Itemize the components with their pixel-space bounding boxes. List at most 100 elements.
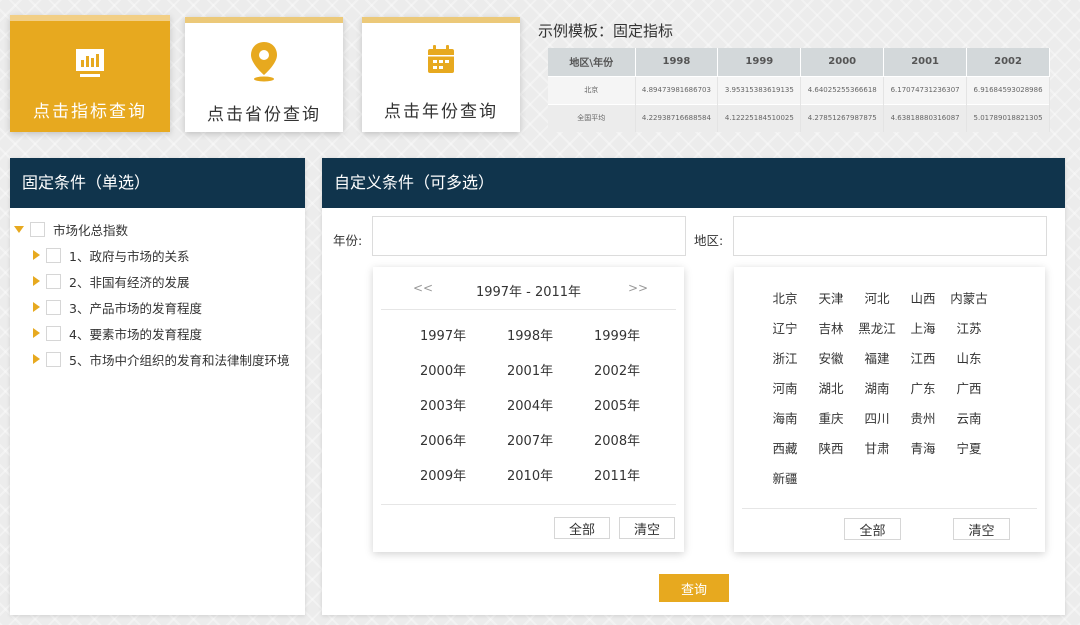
region-option[interactable]: 山西	[900, 289, 946, 309]
region-option[interactable]: 北京	[762, 289, 808, 309]
year-option[interactable]: 2006年	[398, 432, 485, 452]
region-option[interactable]: 甘肃	[854, 439, 900, 459]
checkbox[interactable]	[46, 299, 61, 315]
region-option[interactable]: 海南	[762, 409, 808, 429]
region-option[interactable]: 河北	[854, 289, 900, 309]
region-option[interactable]: 天津	[808, 289, 854, 309]
year-grid: 1997年 1998年 1999年 2000年 2001年 2002年 2003…	[398, 327, 658, 487]
tree-node[interactable]: 4、要素市场的发育程度	[10, 320, 305, 346]
checkbox[interactable]	[46, 273, 61, 289]
year-clear-button[interactable]: 清空	[619, 517, 675, 539]
tree-root-node[interactable]: 市场化总指数	[10, 216, 305, 242]
collapse-arrow-icon[interactable]	[33, 276, 40, 286]
collapse-arrow-icon[interactable]	[33, 328, 40, 338]
fixed-conditions-panel: 固定条件（单选） 市场化总指数 1、政府与市场的关系 2、非国有经济的发展 3、…	[10, 158, 305, 615]
region-option[interactable]: 重庆	[808, 409, 854, 429]
year-option[interactable]: 2011年	[572, 467, 659, 487]
divider	[381, 309, 676, 310]
year-option[interactable]: 2010年	[485, 467, 572, 487]
province-query-card[interactable]: 点击省份查询	[185, 17, 343, 132]
year-select-all-button[interactable]: 全部	[554, 517, 610, 539]
region-option[interactable]: 四川	[854, 409, 900, 429]
tree-node[interactable]: 2、非国有经济的发展	[10, 268, 305, 294]
indicator-query-card[interactable]: 点击指标查询	[10, 15, 170, 132]
calendar-icon	[421, 41, 461, 85]
region-option[interactable]: 宁夏	[946, 439, 992, 459]
region-option[interactable]: 云南	[946, 409, 992, 429]
table-cell: 6.17074731236307	[883, 75, 968, 104]
year-option[interactable]: 2000年	[398, 362, 485, 382]
expand-arrow-icon[interactable]	[14, 225, 24, 233]
region-option[interactable]: 湖南	[854, 379, 900, 399]
sample-header-cell: 1998	[635, 48, 719, 76]
table-cell: 全国平均	[548, 103, 636, 132]
region-input[interactable]	[733, 216, 1047, 256]
table-cell: 6.91684593028986	[966, 75, 1050, 104]
region-option[interactable]: 河南	[762, 379, 808, 399]
year-option[interactable]: 2004年	[485, 397, 572, 417]
region-field-label: 地区:	[694, 233, 724, 248]
query-button[interactable]: 查询	[659, 574, 729, 602]
tree-node-label: 4、要素市场的发育程度	[69, 326, 202, 342]
region-option[interactable]: 上海	[900, 319, 946, 339]
location-pin-icon	[246, 39, 282, 87]
collapse-arrow-icon[interactable]	[33, 302, 40, 312]
checkbox[interactable]	[46, 351, 61, 367]
year-option[interactable]: 2005年	[572, 397, 659, 417]
year-query-card[interactable]: 点击年份查询	[362, 17, 520, 132]
region-option[interactable]: 安徽	[808, 349, 854, 369]
region-option[interactable]: 辽宁	[762, 319, 808, 339]
checkbox[interactable]	[46, 325, 61, 341]
region-option[interactable]: 吉林	[808, 319, 854, 339]
region-option[interactable]: 新疆	[762, 469, 808, 489]
year-option[interactable]: 2009年	[398, 467, 485, 487]
collapse-arrow-icon[interactable]	[33, 354, 40, 364]
region-option[interactable]: 浙江	[762, 349, 808, 369]
region-option[interactable]: 江苏	[946, 319, 992, 339]
year-option[interactable]: 1997年	[398, 327, 485, 347]
table-cell: 4.27851267987875	[800, 103, 885, 132]
tree-node-label: 5、市场中介组织的发育和法律制度环境	[69, 352, 290, 368]
table-cell: 4.22938716688584	[635, 103, 719, 132]
region-option[interactable]: 福建	[854, 349, 900, 369]
region-select-all-button[interactable]: 全部	[844, 518, 901, 540]
collapse-arrow-icon[interactable]	[33, 250, 40, 260]
tree-node-label: 1、政府与市场的关系	[69, 248, 190, 264]
year-option[interactable]: 2007年	[485, 432, 572, 452]
year-field-label: 年份:	[333, 233, 363, 248]
sample-template-title: 示例模板：固定指标	[538, 22, 674, 40]
region-option[interactable]: 江西	[900, 349, 946, 369]
checkbox[interactable]	[30, 221, 45, 237]
divider	[381, 504, 676, 505]
year-option[interactable]: 1998年	[485, 327, 572, 347]
region-option[interactable]: 广西	[946, 379, 992, 399]
region-option[interactable]: 广东	[900, 379, 946, 399]
region-option[interactable]: 贵州	[900, 409, 946, 429]
year-input[interactable]	[372, 216, 686, 256]
region-option[interactable]: 西藏	[762, 439, 808, 459]
tree-node[interactable]: 3、产品市场的发育程度	[10, 294, 305, 320]
region-option[interactable]: 青海	[900, 439, 946, 459]
checkbox[interactable]	[46, 247, 61, 263]
table-cell: 4.12225184510025	[717, 103, 802, 132]
year-option[interactable]: 2001年	[485, 362, 572, 382]
indicator-query-label: 点击指标查询	[33, 102, 147, 122]
tree-node[interactable]: 5、市场中介组织的发育和法律制度环境	[10, 346, 305, 372]
region-option[interactable]: 黑龙江	[854, 319, 900, 339]
sample-header-cell: 地区\年份	[548, 48, 636, 76]
table-row: 北京 4.89473981686703 3.95315383619135 4.6…	[548, 75, 1050, 104]
year-option[interactable]: 1999年	[572, 327, 659, 347]
region-clear-button[interactable]: 清空	[953, 518, 1010, 540]
year-option[interactable]: 2008年	[572, 432, 659, 452]
region-option[interactable]: 陕西	[808, 439, 854, 459]
year-option[interactable]: 2002年	[572, 362, 659, 382]
year-option[interactable]: 2003年	[398, 397, 485, 417]
tree-node[interactable]: 1、政府与市场的关系	[10, 242, 305, 268]
tree-node-label: 2、非国有经济的发展	[69, 274, 190, 290]
region-option[interactable]: 内蒙古	[946, 289, 992, 309]
table-cell: 5.01789018821305	[966, 103, 1050, 132]
region-picker-dropdown: 北京 天津 河北 山西 内蒙古 辽宁 吉林 黑龙江 上海 江苏 浙江 安徽 福建…	[734, 267, 1045, 552]
region-option[interactable]: 湖北	[808, 379, 854, 399]
next-range-button[interactable]: >>	[628, 281, 648, 295]
region-option[interactable]: 山东	[946, 349, 992, 369]
